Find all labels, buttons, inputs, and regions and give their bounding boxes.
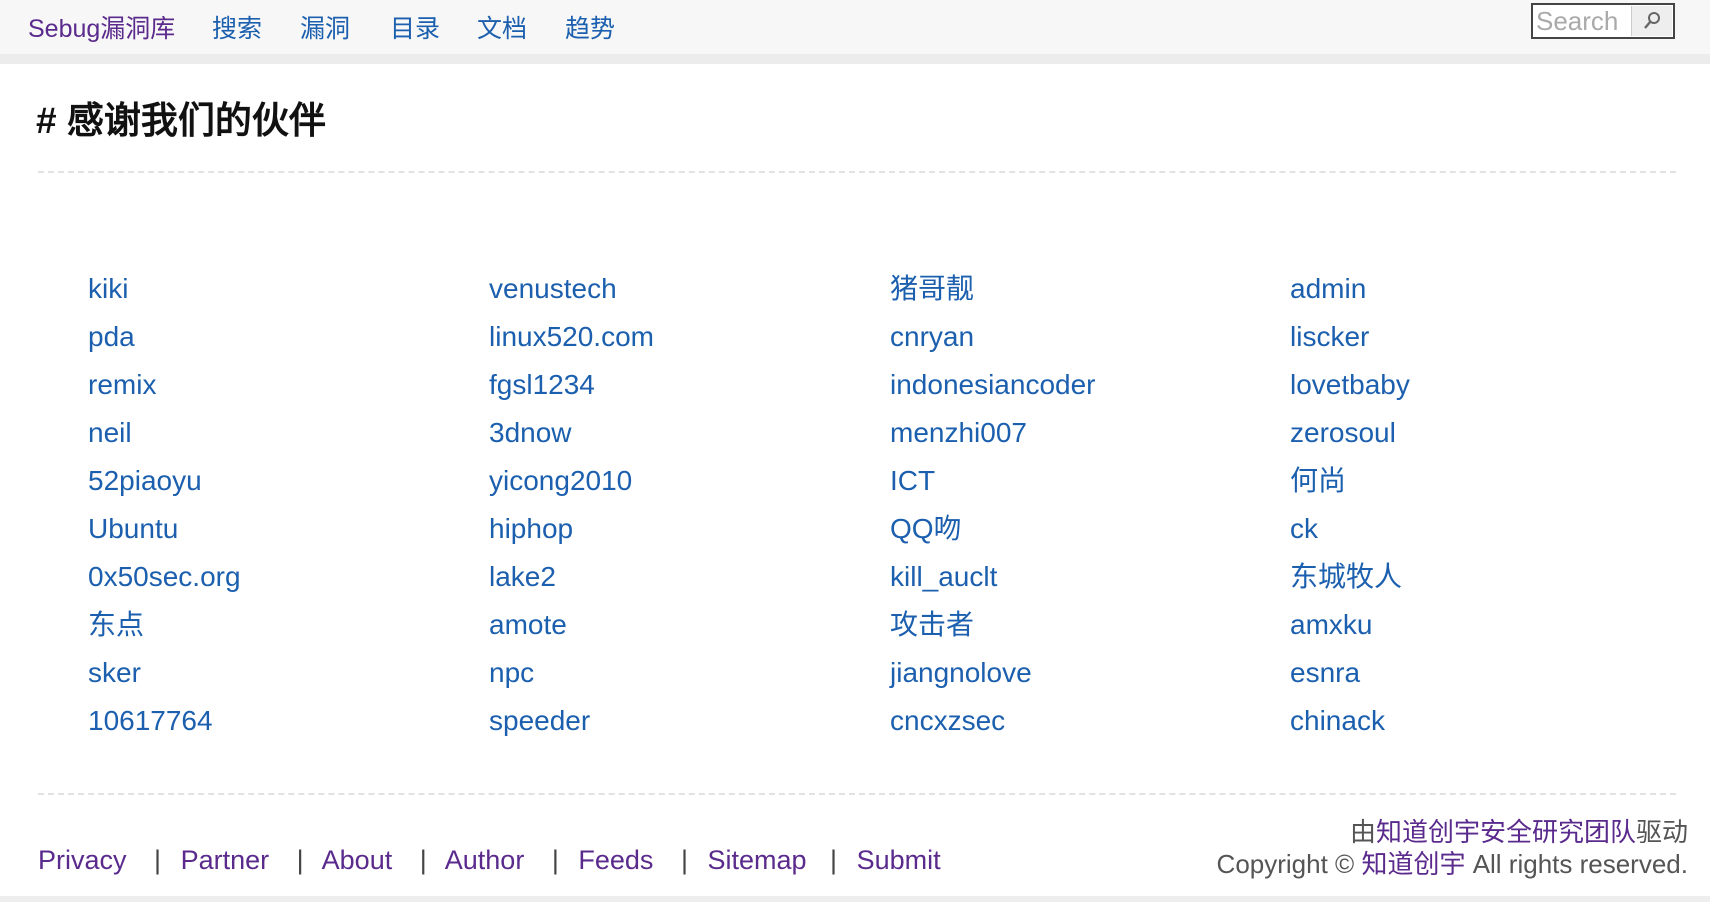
- nav-item-search[interactable]: 搜索: [212, 9, 262, 45]
- nav-item-documents[interactable]: 文档: [477, 9, 527, 45]
- partner-link[interactable]: cnryan: [890, 313, 1290, 361]
- partner-column-3: 猪哥靓 cnryan indonesiancoder menzhi007 ICT QQ吻 k…: [890, 265, 1290, 745]
- footer-credits: 由知道创宇安全研究团队驱动 Copyright © 知道创宇 All right…: [1217, 816, 1688, 880]
- partner-link[interactable]: 52piaoyu: [88, 457, 488, 505]
- partner-link[interactable]: 何尚: [1290, 457, 1690, 505]
- partner-column-1: kiki pda remix neil 52piaoyu Ubuntu 0x50sec.or…: [88, 265, 488, 745]
- partner-link[interactable]: speeder: [489, 697, 889, 745]
- partner-grid: kiki pda remix neil 52piaoyu Ubuntu 0x50sec.or…: [88, 265, 1648, 745]
- nav-item-vulnerabilities[interactable]: 漏洞: [300, 9, 350, 45]
- partner-link[interactable]: 东城牧人: [1290, 553, 1690, 601]
- partner-link[interactable]: amote: [489, 601, 889, 649]
- powered-prefix: 由: [1349, 817, 1376, 847]
- nav-item-catalog[interactable]: 目录: [390, 9, 440, 45]
- partner-link[interactable]: remix: [88, 361, 488, 409]
- footer-links: Privacy | Partner | About | Author | Fee…: [38, 845, 941, 876]
- copyright-link[interactable]: 知道创宇: [1361, 849, 1465, 879]
- top-navigation-bar: Sebug漏洞库 搜索 漏洞 目录 文档 趋势: [0, 0, 1710, 64]
- partner-link[interactable]: 猪哥靓: [890, 265, 1290, 313]
- powered-by-link[interactable]: 知道创宇安全研究团队: [1376, 817, 1636, 847]
- search-box: [1531, 3, 1675, 39]
- page-title: # 感谢我们的伙伴: [36, 100, 326, 141]
- partner-link[interactable]: ck: [1290, 505, 1690, 553]
- partner-link[interactable]: Ubuntu: [88, 505, 488, 553]
- partner-link[interactable]: sker: [88, 649, 488, 697]
- partner-link[interactable]: neil: [88, 409, 488, 457]
- footer-link-privacy[interactable]: Privacy: [38, 845, 127, 875]
- partner-link[interactable]: indonesiancoder: [890, 361, 1290, 409]
- partner-link[interactable]: pda: [88, 313, 488, 361]
- partner-link[interactable]: kill_auclt: [890, 553, 1290, 601]
- footer-divider: [38, 793, 1676, 795]
- footer-link-submit[interactable]: Submit: [857, 845, 941, 875]
- partner-link[interactable]: chinack: [1290, 697, 1690, 745]
- partner-column-2: venustech linux520.com fgsl1234 3dnow yicong…: [489, 265, 889, 745]
- footer-separator: |: [154, 845, 162, 875]
- brand-link[interactable]: Sebug漏洞库: [28, 9, 175, 45]
- partner-link[interactable]: menzhi007: [890, 409, 1290, 457]
- partner-link[interactable]: QQ吻: [890, 505, 1290, 553]
- partner-link[interactable]: yicong2010: [489, 457, 889, 505]
- partner-link[interactable]: 10617764: [88, 697, 488, 745]
- footer-link-partner[interactable]: Partner: [181, 845, 270, 875]
- powered-by-line: 由知道创宇安全研究团队驱动: [1217, 816, 1688, 848]
- partner-link[interactable]: hiphop: [489, 505, 889, 553]
- partner-link[interactable]: lovetbaby: [1290, 361, 1690, 409]
- partner-link[interactable]: liscker: [1290, 313, 1690, 361]
- partner-link[interactable]: ICT: [890, 457, 1290, 505]
- partner-link[interactable]: cncxzsec: [890, 697, 1290, 745]
- search-icon: [1644, 12, 1660, 29]
- footer-separator: |: [419, 845, 427, 875]
- partner-link[interactable]: 0x50sec.org: [88, 553, 488, 601]
- partner-link[interactable]: 3dnow: [489, 409, 889, 457]
- footer-separator: |: [680, 845, 688, 875]
- partner-link[interactable]: 东点: [88, 601, 488, 649]
- footer-separator: |: [296, 845, 304, 875]
- footer-link-feeds[interactable]: Feeds: [578, 845, 653, 875]
- partner-link[interactable]: kiki: [88, 265, 488, 313]
- partner-link[interactable]: 攻击者: [890, 601, 1290, 649]
- partner-link[interactable]: jiangnolove: [890, 649, 1290, 697]
- copyright-prefix: Copyright ©: [1216, 849, 1355, 879]
- footer-separator: |: [830, 845, 838, 875]
- partner-link[interactable]: esnra: [1290, 649, 1690, 697]
- partner-link[interactable]: amxku: [1290, 601, 1690, 649]
- partner-link[interactable]: venustech: [489, 265, 889, 313]
- footer-link-author[interactable]: Author: [445, 845, 525, 875]
- nav-item-trends[interactable]: 趋势: [565, 9, 615, 45]
- footer-separator: |: [551, 845, 559, 875]
- partner-link[interactable]: npc: [489, 649, 889, 697]
- copyright-line: Copyright © 知道创宇 All rights reserved.: [1217, 848, 1688, 880]
- partner-link[interactable]: admin: [1290, 265, 1690, 313]
- bottom-strip: [0, 896, 1710, 902]
- partner-column-4: admin liscker lovetbaby zerosoul 何尚 ck 东城牧人 amx…: [1290, 265, 1690, 745]
- powered-suffix: 驱动: [1635, 817, 1688, 847]
- partner-link[interactable]: zerosoul: [1290, 409, 1690, 457]
- search-button[interactable]: [1631, 6, 1672, 36]
- partner-link[interactable]: fgsl1234: [489, 361, 889, 409]
- footer-link-sitemap[interactable]: Sitemap: [707, 845, 806, 875]
- search-input[interactable]: [1534, 6, 1636, 36]
- partner-link[interactable]: lake2: [489, 553, 889, 601]
- title-divider: [38, 171, 1676, 173]
- footer-link-about[interactable]: About: [322, 845, 393, 875]
- copyright-suffix: All rights reserved.: [1472, 849, 1688, 879]
- partner-link[interactable]: linux520.com: [489, 313, 889, 361]
